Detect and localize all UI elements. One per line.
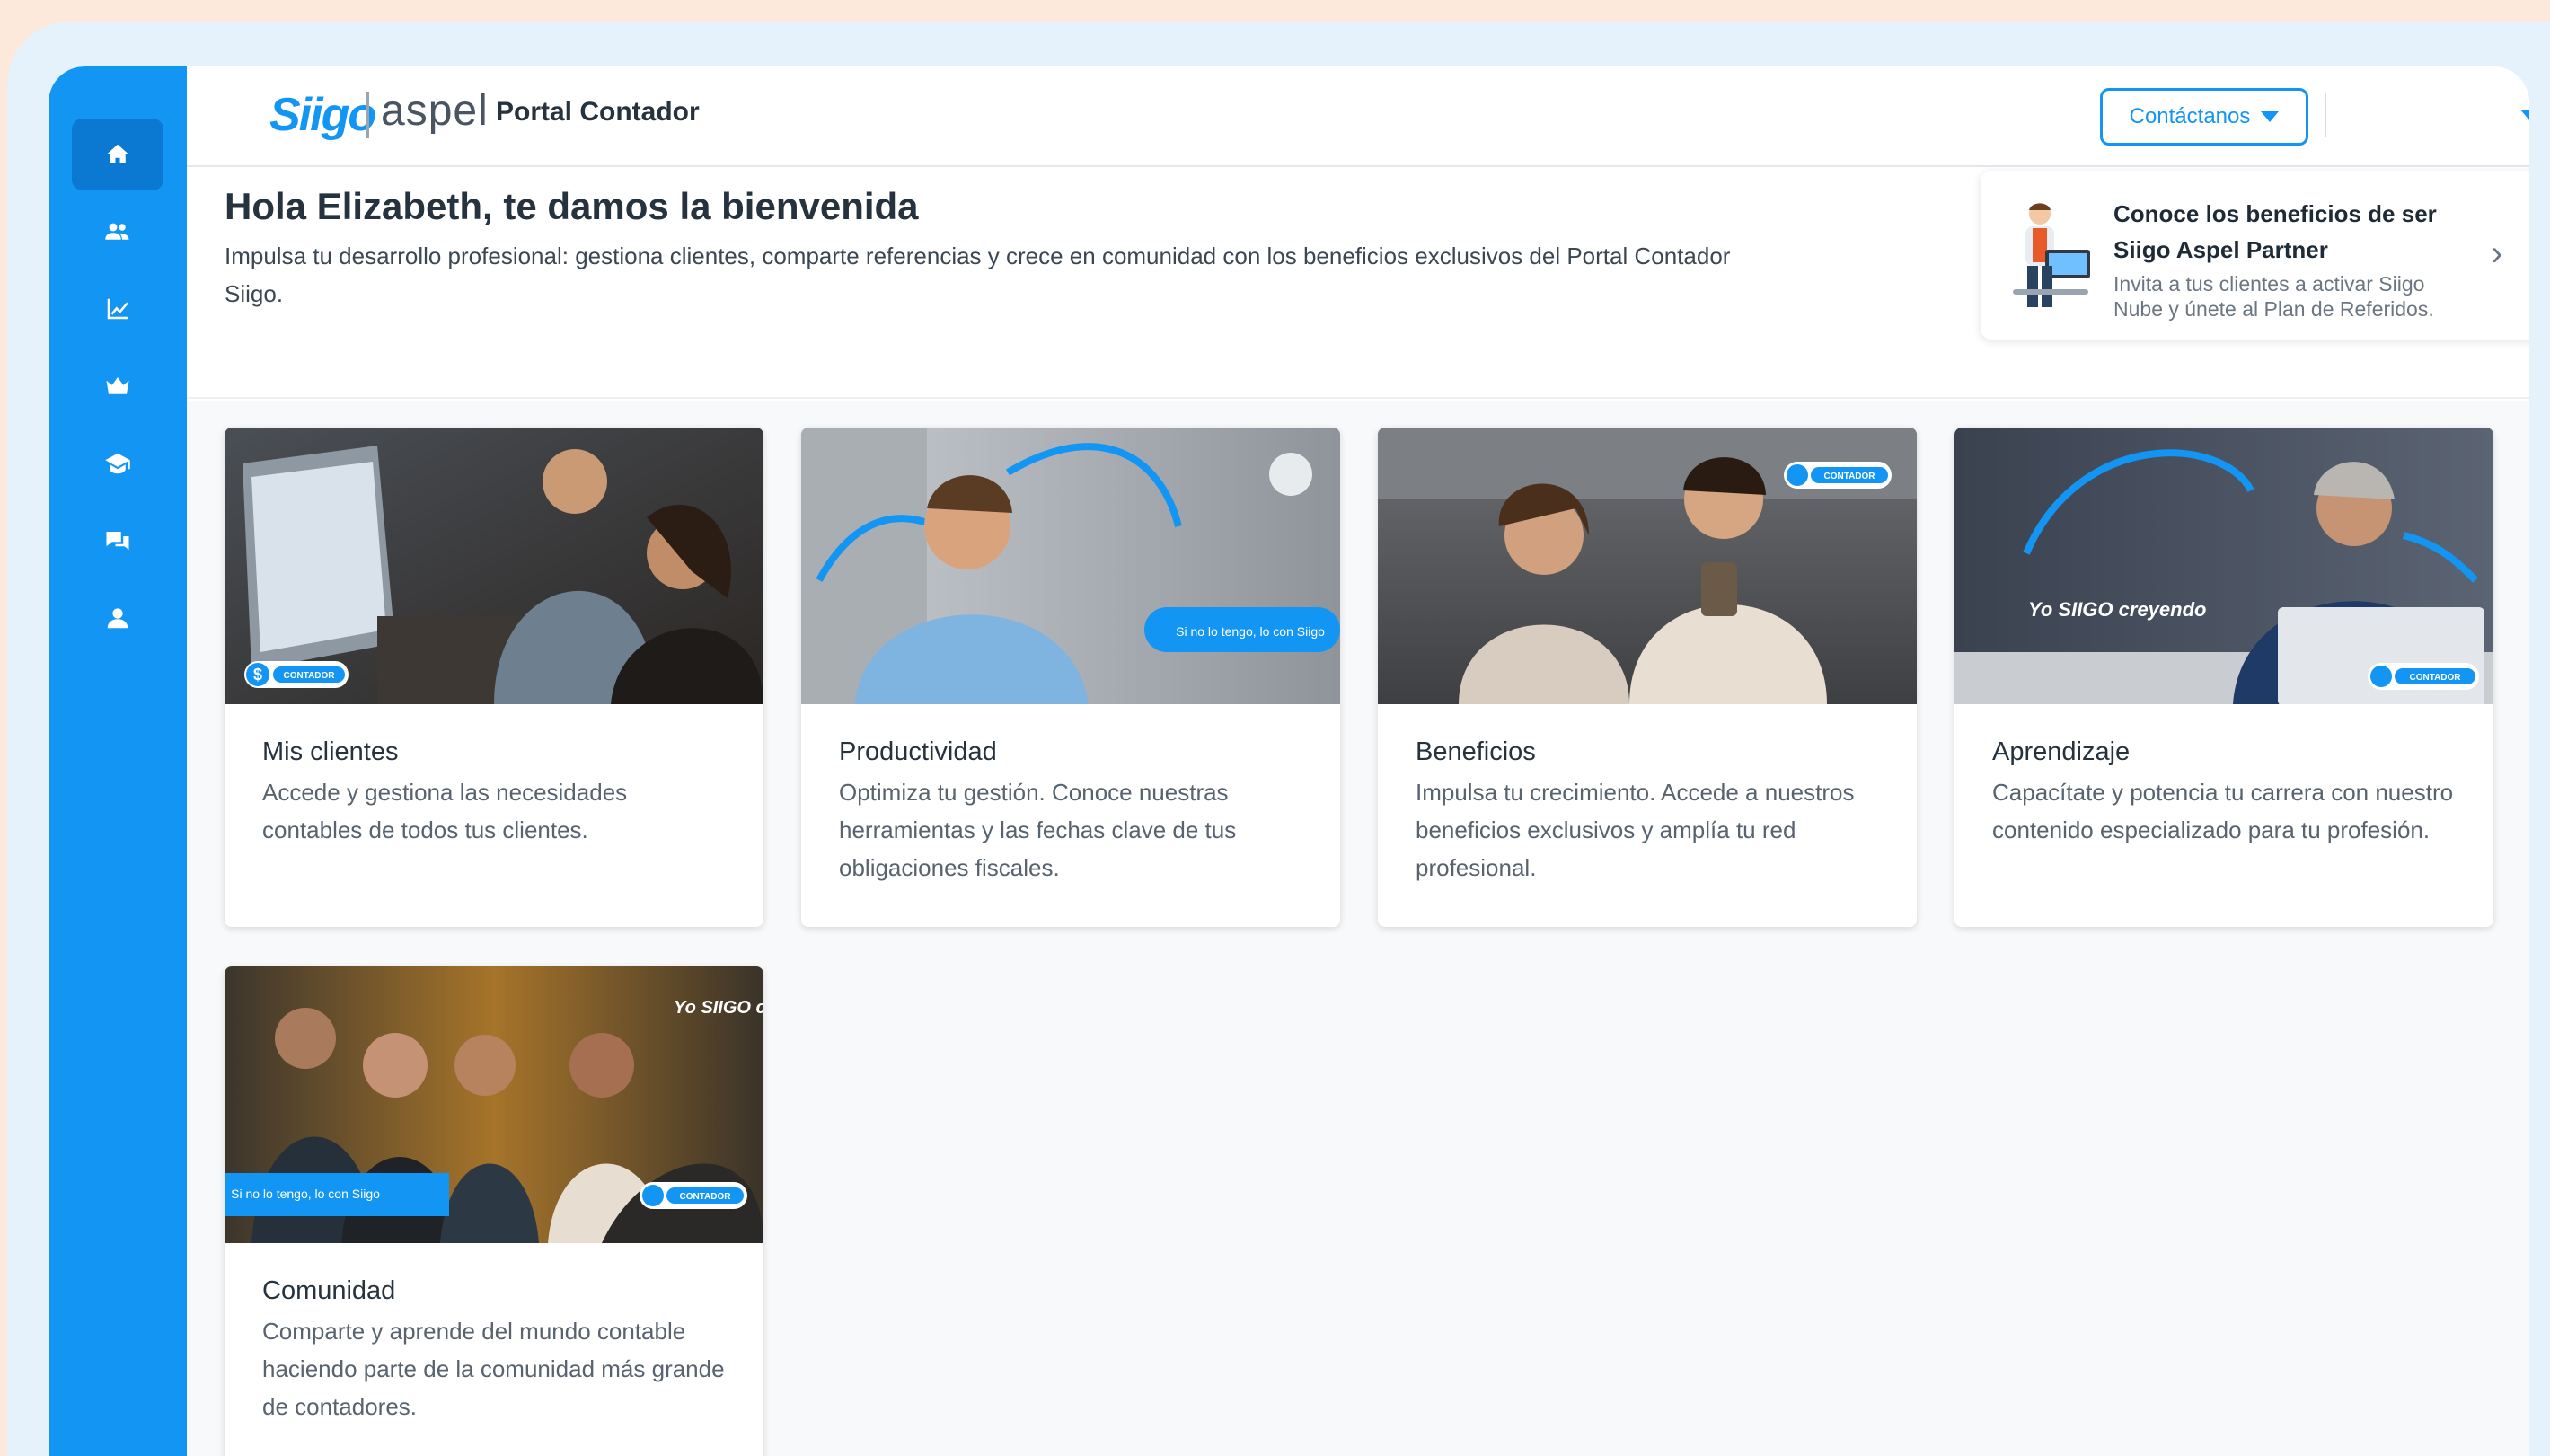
svg-text:CONTADOR: CONTADOR — [283, 671, 335, 681]
chevron-right-icon: › — [2491, 234, 2503, 273]
partner-illustration — [2013, 203, 2090, 307]
contador-badge: $ CONTADOR — [244, 661, 349, 688]
sidebar-item-community[interactable] — [72, 505, 163, 577]
card-description: Optimiza tu gestión. Conoce nuestras her… — [839, 779, 1237, 881]
svg-text:Yo SIIGO creyendo: Yo SIIGO creyendo — [674, 998, 763, 1018]
partner-promo-card[interactable]: Conoce los beneficios de ser Siigo Aspel… — [1981, 171, 2529, 340]
welcome-text: Impulsa tu desarrollo profesional: gesti… — [225, 243, 1731, 307]
logo-divider — [366, 92, 369, 138]
promo-title: Conoce los beneficios de ser Siigo Aspel… — [2113, 200, 2437, 263]
chart-icon — [107, 298, 128, 320]
svg-text:CONTADOR: CONTADOR — [2409, 673, 2461, 683]
businessman-laptop-photo: Yo SIIGO creyendo CONTADOR — [1954, 428, 2493, 704]
card-title: Aprendizaje — [1992, 737, 2131, 766]
chevron-down-icon — [2261, 111, 2280, 122]
siigo-logo[interactable]: Siigo — [269, 88, 376, 142]
excited-people-photo: CONTADOR — [1378, 428, 1917, 704]
chat-icon — [106, 532, 129, 550]
topbar-divider — [2325, 93, 2326, 137]
aspel-logo: aspel — [381, 87, 489, 135]
card-title: Productividad — [839, 737, 997, 766]
sidebar-item-home[interactable] — [72, 119, 163, 190]
card-beneficios[interactable]: CONTADOR Beneficios Impulsa tu crecimien… — [1378, 428, 1917, 927]
community-group-photo: Si no lo tengo, lo con Siigo Yo SIIGO cr… — [225, 966, 763, 1243]
card-title: Mis clientes — [262, 737, 399, 766]
professional-man-photo: Si no lo tengo, lo con Siigo — [801, 428, 1340, 704]
top-bar: Siigo aspel Portal Contador Contáctanos — [187, 66, 2529, 167]
user-icon — [107, 608, 128, 629]
card-description: Accede y gestiona las necesidades contab… — [262, 779, 628, 843]
promo-subtitle: Invita a tus clientes a activar Siigo Nu… — [2113, 272, 2434, 321]
contact-button-label: Contáctanos — [2129, 104, 2251, 128]
card-productividad[interactable]: Si no lo tengo, lo con Siigo Productivid… — [801, 428, 1340, 927]
sidebar-item-benefits[interactable] — [72, 350, 163, 422]
card-description: Impulsa tu crecimiento. Accede a nuestro… — [1416, 779, 1855, 881]
card-aprendizaje[interactable]: Yo SIIGO creyendo CONTADOR Aprendizaje C… — [1954, 428, 2493, 927]
main-content: $ CONTADOR Mis clientes Accede y gestion… — [187, 401, 2529, 1456]
crown-icon — [106, 377, 129, 394]
graduation-cap-icon — [105, 453, 130, 474]
welcome-title: Hola Elizabeth, te damos la bienvenida — [225, 185, 919, 227]
svg-text:$: $ — [253, 666, 262, 684]
svg-text:Si no lo tengo, lo con Siigo: Si no lo tengo, lo con Siigo — [231, 1187, 380, 1201]
svg-text:Yo SIIGO creyendo: Yo SIIGO creyendo — [2028, 598, 2206, 621]
svg-text:Si no lo tengo, lo con Siigo: Si no lo tengo, lo con Siigo — [1176, 624, 1325, 639]
sidebar-item-clients[interactable] — [72, 196, 163, 268]
card-image: Si no lo tengo, lo con Siigo Yo SIIGO cr… — [225, 966, 763, 1243]
card-comunidad[interactable]: Si no lo tengo, lo con Siigo Yo SIIGO cr… — [225, 966, 763, 1456]
card-image: $ CONTADOR — [225, 428, 763, 704]
sidebar — [49, 66, 187, 1456]
sidebar-item-learning[interactable] — [72, 428, 163, 499]
app-window: Siigo aspel Portal Contador Contáctanos … — [49, 66, 2529, 1456]
users-icon — [105, 223, 129, 240]
home-icon — [106, 144, 129, 163]
svg-text:CONTADOR: CONTADOR — [679, 1192, 731, 1202]
user-menu-chevron-down-icon[interactable] — [2520, 110, 2529, 121]
portal-title: Portal Contador — [496, 97, 700, 127]
sidebar-item-productivity[interactable] — [72, 273, 163, 345]
card-image: Si no lo tengo, lo con Siigo — [801, 428, 1340, 704]
sidebar-item-profile[interactable] — [72, 582, 163, 654]
card-title: Comunidad — [262, 1276, 396, 1305]
svg-text:CONTADOR: CONTADOR — [1823, 472, 1875, 481]
card-description: Capacítate y potencia tu carrera con nue… — [1992, 779, 2454, 843]
card-description: Comparte y aprende del mundo contable ha… — [262, 1318, 725, 1420]
contact-button[interactable]: Contáctanos — [2100, 88, 2308, 146]
card-image: Yo SIIGO creyendo CONTADOR — [1954, 428, 2493, 704]
card-mis-clientes[interactable]: $ CONTADOR Mis clientes Accede y gestion… — [225, 428, 763, 927]
card-title: Beneficios — [1416, 737, 1536, 766]
card-image: CONTADOR — [1378, 428, 1917, 704]
